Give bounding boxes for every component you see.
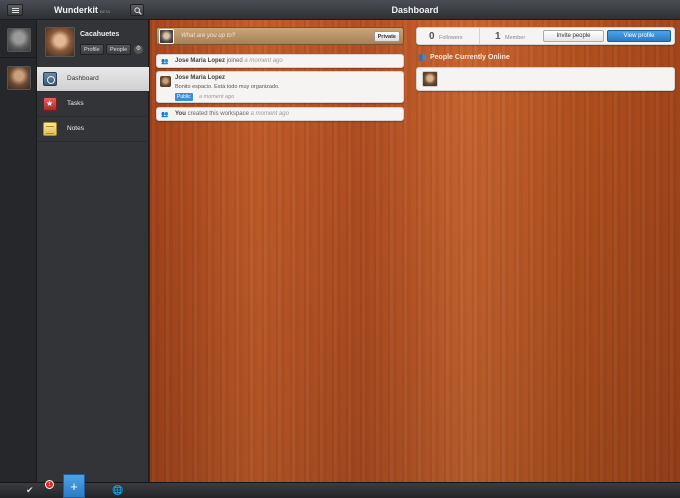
tasks-icon [43,97,57,111]
activity-item: 👥 You created this workspace a moment ag… [156,107,404,121]
activity-post: Jose Maria Lopez Bonito espacio. Está to… [156,71,404,103]
private-toggle-button[interactable]: Private [373,31,400,42]
activity-user[interactable]: Jose Maria Lopez [175,58,225,64]
sidebar-item-tasks[interactable]: Tasks [37,92,149,117]
hamburger-icon [12,8,19,9]
workspace-name: Cacahuetes [80,31,120,38]
activity-user: You [175,111,186,117]
user-icon: 👥 [161,59,169,65]
workspace-avatar-1[interactable] [7,28,31,52]
post-author[interactable]: Jose Maria Lopez [175,75,225,81]
activity-time: a moment ago [244,58,283,64]
workspace-rail [0,20,37,482]
profile-button[interactable]: Profile [80,44,104,55]
user-icon: 👥 [161,112,169,118]
dashboard-main: What are you up to? Private 👥 Jose Maria… [150,20,680,482]
sidebar-item-label: Dashboard [67,75,99,82]
search-button[interactable] [130,4,144,16]
members-label: Member [505,35,526,41]
sidebar: Cacahuetes Profile People ⚙ Dashboard Ta… [37,20,149,482]
checkmark-icon[interactable]: ✔ [26,485,34,496]
notification-badge[interactable]: 1 [45,480,54,489]
post-body: Bonito espacio. Está todo muy organizado… [175,84,280,90]
invite-people-button[interactable]: Invite people [543,30,604,42]
sidebar-item-label: Tasks [67,100,84,107]
app-logo: Wunderkit BETA [54,5,110,15]
sidebar-item-label: Notes [67,125,84,132]
globe-icon[interactable]: 🌐 [112,485,123,496]
bottom-bar: ✔ 1 + 🌐 [0,474,680,498]
dashboard-icon [43,72,57,86]
followers-label: Followers [439,35,463,41]
status-composer[interactable]: What are you up to? Private [156,27,404,45]
activity-action: created this workspace [187,111,249,117]
members-count: 1 [495,31,501,42]
add-button[interactable]: + [63,474,85,498]
sidebar-item-dashboard[interactable]: Dashboard [37,67,149,92]
sidebar-item-notes[interactable]: Notes [37,117,149,142]
activity-item: 👥 Jose Maria Lopez joined a moment ago [156,54,404,68]
status-input[interactable]: What are you up to? [181,33,235,39]
people-button[interactable]: People [106,44,132,55]
workspace-avatar[interactable] [45,27,75,57]
activity-time: a moment ago [250,111,289,117]
page-title: Dashboard [391,5,439,15]
top-bar: Wunderkit BETA Dashboard [0,0,680,20]
search-icon [134,7,142,15]
post-time: a moment ago [199,94,235,100]
menu-button[interactable] [7,4,23,16]
workspace-stats: 0 Followers 1 Member Invite people View … [416,27,675,45]
visibility-badge: Public [175,93,193,101]
view-profile-button[interactable]: View profile [607,30,671,42]
people-icon: 👥 [418,54,427,61]
online-heading: 👥 People Currently Online [418,54,510,61]
sidebar-nav: Dashboard Tasks Notes [37,67,149,142]
settings-gear-icon[interactable]: ⚙ [134,45,143,54]
online-user-avatar[interactable] [422,71,438,87]
followers-count: 0 [429,31,435,42]
online-users [416,67,675,91]
notes-icon [43,122,57,136]
user-avatar [159,29,174,44]
workspace-avatar-2[interactable] [7,66,31,90]
activity-action: joined [226,58,243,64]
post-author-avatar[interactable] [160,76,171,87]
